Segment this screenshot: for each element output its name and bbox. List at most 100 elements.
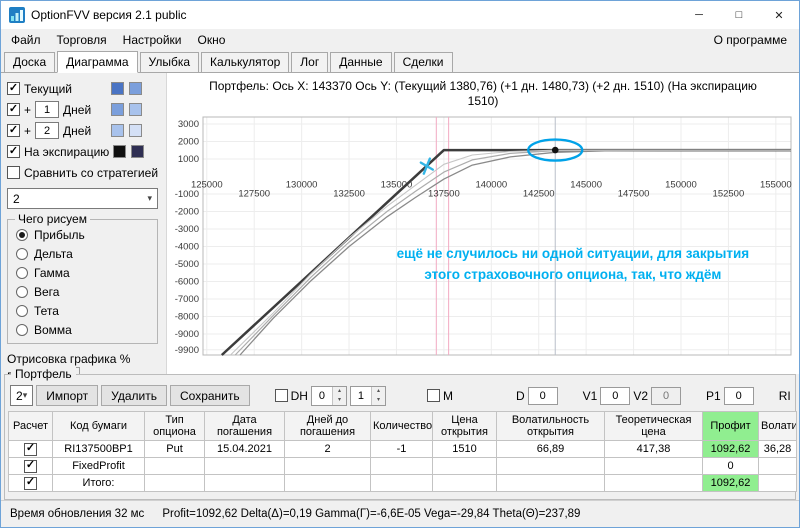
days-label: Дней [63,124,91,138]
y-axis-label: -9000 [175,329,199,340]
plus1-checkbox[interactable]: ✓ [7,103,20,116]
table-header-row: Расчет Код бумаги Тип опциона Дата погаш… [9,412,797,441]
radio-profit[interactable] [16,229,28,241]
cell-quantity: -1 [371,441,433,458]
radio-theta[interactable] [16,305,28,317]
x-axis-label: 145000 [570,180,602,191]
col-header-quantity: Количество [371,412,433,441]
tab-data[interactable]: Данные [330,52,391,72]
radio-delta[interactable] [16,248,28,260]
tab-calculator[interactable]: Калькулятор [201,52,289,72]
cell-expiry-date [205,458,285,475]
tab-log[interactable]: Лог [291,52,328,72]
dh-checkbox[interactable] [275,389,288,402]
plus2-checkbox[interactable]: ✓ [7,124,20,137]
dh-spinner-2-value: 1 [351,387,371,405]
expiration-checkbox[interactable]: ✓ [7,145,20,158]
table-row[interactable]: ✓ FixedProfit 0 [9,458,797,475]
payoff-chart[interactable]: 300020001000-1000-2000-3000-4000-5000-60… [173,111,799,361]
spin-down-icon[interactable]: ▾ [333,396,346,405]
dh-spinner-1[interactable]: 0 ▴ ▾ [311,386,347,406]
row-checkbox[interactable]: ✓ [24,443,37,456]
menu-bar: Файл Торговля Настройки Окно О программе [1,29,799,50]
menu-settings[interactable]: Настройки [115,31,190,49]
cell-open-price [433,475,497,492]
tab-diagram[interactable]: Диаграмма [57,51,137,73]
current-checkbox[interactable]: ✓ [7,82,20,95]
y-axis-label: -9900 [175,345,199,356]
p1-input[interactable] [724,387,754,405]
chart-annotation: этого страховочного опциона, так, что жд… [424,267,721,282]
cell-volatility: 36,28 [759,441,797,458]
color-swatch[interactable] [131,145,144,158]
tab-board[interactable]: Доска [4,52,55,72]
row-checkbox[interactable]: ✓ [24,477,37,490]
maximize-button[interactable]: □ [719,1,759,29]
tab-smile[interactable]: Улыбка [140,52,200,72]
radio-vega[interactable] [16,286,28,298]
d-input[interactable] [528,387,558,405]
dh-spinner-2[interactable]: 1 ▴ ▾ [350,386,386,406]
radio-row-gamma: Гамма [16,263,151,282]
spin-up-icon[interactable]: ▴ [372,387,385,396]
spinner-arrows[interactable]: ▴ ▾ [371,387,385,405]
color-swatch[interactable] [111,82,124,95]
plus1-days-input[interactable] [35,101,59,118]
x-axis-label: 132500 [333,189,365,200]
plus2-days-input[interactable] [35,122,59,139]
radio-gamma[interactable] [16,267,28,279]
table-row-total[interactable]: ✓ Итого: 1092,62 [9,475,797,492]
m-checkbox[interactable] [427,389,440,402]
spinner-arrows[interactable]: ▴ ▾ [332,387,346,405]
current-point-marker [552,147,559,154]
color-swatch[interactable] [111,103,124,116]
title-bar: OptionFVV версия 2.1 public ─ □ ✕ [1,1,799,29]
col-header-profit: Профит [703,412,759,441]
color-swatch[interactable] [111,124,124,137]
save-button[interactable]: Сохранить [170,385,250,406]
v1-input[interactable] [600,387,630,405]
y-axis-label: -2000 [175,207,199,218]
app-window: OptionFVV версия 2.1 public ─ □ ✕ Файл Т… [0,0,800,528]
menu-file[interactable]: Файл [3,31,49,49]
color-swatch[interactable] [129,124,142,137]
spin-down-icon[interactable]: ▾ [372,396,385,405]
menu-trading[interactable]: Торговля [49,31,115,49]
y-axis-label: 1000 [178,154,199,165]
x-axis-label: 152500 [713,189,745,200]
spin-up-icon[interactable]: ▴ [333,387,346,396]
strategy-select[interactable]: 2 ▾ [7,188,158,209]
menu-about[interactable]: О программе [704,31,797,49]
tab-deals[interactable]: Сделки [394,52,453,72]
cell-volatility [759,475,797,492]
expiration-swatches [113,145,164,158]
table-row[interactable]: ✓ RI137500BP1 Put 15.04.2021 2 -1 1510 6… [9,441,797,458]
cell-profit: 1092,62 [703,475,759,492]
col-header-open-volatility: Волатильность открытия [497,412,605,441]
radio-vomma[interactable] [16,324,28,336]
row-checkbox[interactable]: ✓ [24,460,37,473]
chart-header-text: Портфель: Ось X: 143370 Ось Y: (Текущий … [201,79,766,109]
x-axis-label: 150000 [665,180,697,191]
radio-row-theta: Тета [16,301,151,320]
color-swatch[interactable] [113,145,126,158]
expiration-row: ✓ На экспирацию [7,141,162,162]
cell-option-type: Put [145,441,205,458]
compare-strategy-label: Сравнить со стратегией [24,166,158,180]
minimize-button[interactable]: ─ [679,1,719,29]
compare-strategy-checkbox[interactable] [7,166,20,179]
menu-window[interactable]: Окно [190,31,234,49]
delete-button[interactable]: Удалить [101,385,167,406]
cell-profit: 0 [703,458,759,475]
radio-row-vega: Вега [16,282,151,301]
color-swatch[interactable] [129,103,142,116]
x-axis-label: 130000 [286,180,318,191]
portfolio-select[interactable]: 2 ▾ [10,385,33,406]
x-axis-label: 142500 [523,189,555,200]
v2-input[interactable] [651,387,681,405]
close-button[interactable]: ✕ [759,1,799,29]
col-header-open-price: Цена открытия [433,412,497,441]
color-swatch[interactable] [129,82,142,95]
x-axis-label: 135000 [381,180,413,191]
import-button[interactable]: Импорт [36,385,98,406]
